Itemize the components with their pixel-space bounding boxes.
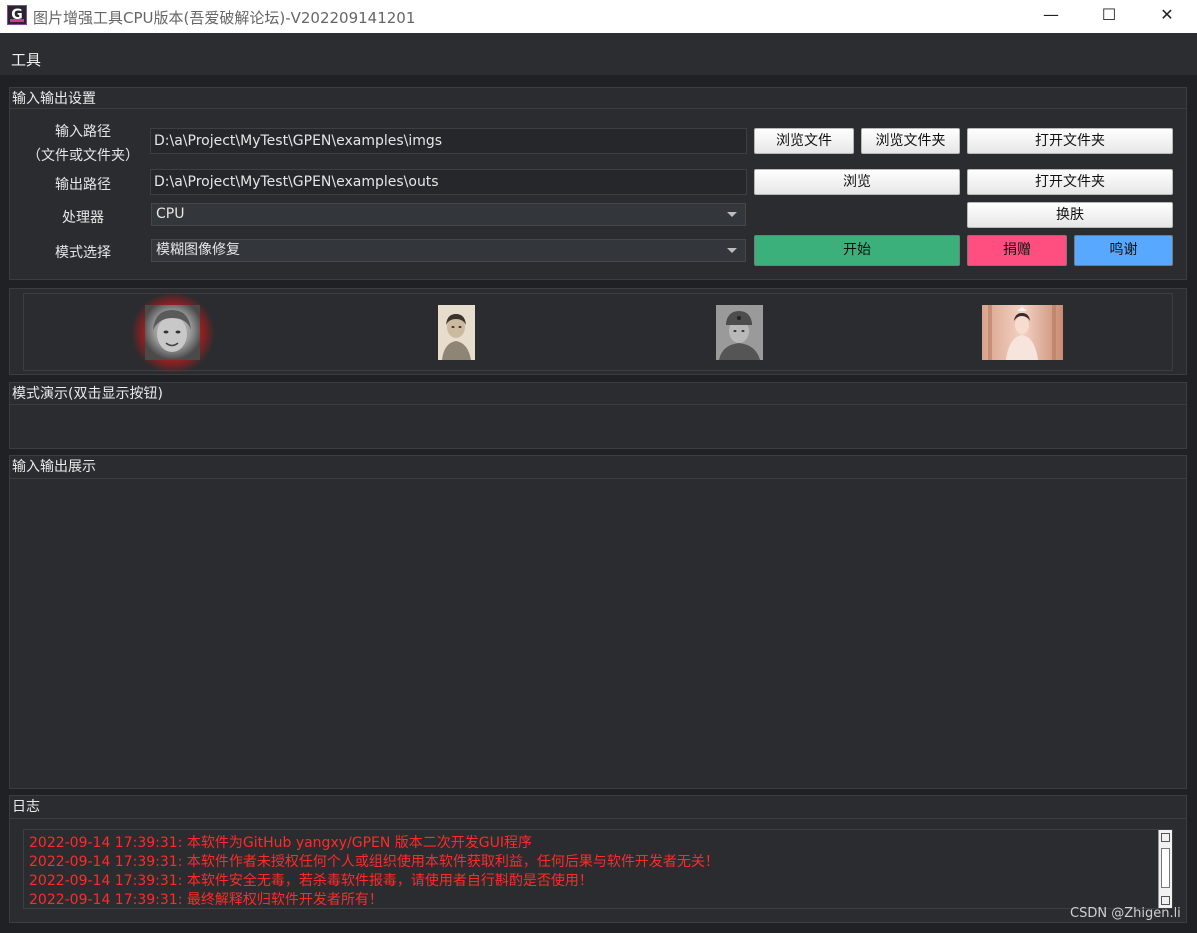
processor-select[interactable]: CPU [151, 203, 746, 226]
chevron-down-icon [727, 248, 737, 253]
browse-file-button[interactable]: 浏览文件 [754, 128, 854, 154]
mode-label: 模式选择 [55, 245, 111, 261]
title-bar: G 图片增强工具CPU版本(吾爱破解论坛)-V202209141201 — ☐ … [0, 0, 1197, 33]
thanks-button[interactable]: 鸣谢 [1074, 235, 1173, 266]
open-output-folder-button[interactable]: 打开文件夹 [967, 169, 1173, 195]
divider [10, 478, 1186, 479]
divider [10, 404, 1186, 405]
app-icon: G [7, 5, 27, 25]
io-display-group: 输入输出展示 [9, 455, 1187, 789]
menu-bar: 工具 [0, 33, 1197, 75]
scroll-down-icon[interactable] [1161, 896, 1170, 905]
log-line: 2022-09-14 17:39:31: 最终解释权归软件开发者所有！ [29, 892, 383, 908]
open-input-folder-button[interactable]: 打开文件夹 [967, 128, 1173, 154]
scroll-up-icon[interactable] [1161, 833, 1170, 842]
mode-value: 模糊图像修复 [156, 242, 240, 258]
donate-button[interactable]: 捐赠 [967, 235, 1067, 266]
chevron-down-icon [727, 212, 737, 217]
thumb-bride-color[interactable] [982, 305, 1063, 360]
start-button[interactable]: 开始 [754, 235, 960, 266]
minimize-button[interactable]: — [1022, 0, 1080, 32]
window-title: 图片增强工具CPU版本(吾爱破解论坛)-V202209141201 [33, 9, 416, 27]
io-display-title: 输入输出展示 [12, 459, 96, 475]
output-path-label: 输出路径 [55, 177, 111, 193]
divider [10, 818, 1186, 819]
maximize-button[interactable]: ☐ [1080, 0, 1138, 32]
close-button[interactable]: ✕ [1138, 0, 1196, 32]
browse-output-button[interactable]: 浏览 [754, 169, 960, 195]
log-line: 2022-09-14 17:39:31: 本软件为GitHub yangxy/G… [29, 835, 533, 851]
thumb-woman-old-photo[interactable] [438, 305, 475, 360]
mode-demo-group: 模式演示(双击显示按钮) [9, 382, 1187, 449]
log-line: 2022-09-14 17:39:31: 本软件安全无毒，若杀毒软件报毒，请使用… [29, 873, 593, 889]
watermark: CSDN @Zhigen.li [1070, 906, 1181, 921]
log-text-area[interactable]: 2022-09-14 17:39:31: 本软件为GitHub yangxy/G… [23, 829, 1173, 909]
divider [10, 108, 1186, 109]
thumb-soldier-bw[interactable] [716, 305, 763, 360]
processor-value: CPU [156, 206, 185, 222]
browse-folder-button[interactable]: 浏览文件夹 [861, 128, 960, 154]
mode-select[interactable]: 模糊图像修复 [151, 239, 746, 262]
log-scrollbar[interactable] [1158, 830, 1172, 908]
thumb-girl-bw[interactable] [131, 292, 215, 374]
skin-button[interactable]: 换肤 [967, 202, 1173, 228]
log-line: 2022-09-14 17:39:31: 本软件作者未授权任何个人或组织使用本软… [29, 854, 719, 870]
input-path-field[interactable]: D:\a\Project\MyTest\GPEN\examples\imgs [150, 128, 747, 154]
input-path-sublabel: （文件或文件夹） [27, 148, 139, 164]
input-path-label: 输入路径 [55, 124, 111, 140]
io-settings-title: 输入输出设置 [12, 91, 96, 107]
mode-demo-title: 模式演示(双击显示按钮) [12, 386, 163, 402]
log-title: 日志 [12, 799, 40, 815]
menu-tools[interactable]: 工具 [11, 49, 41, 70]
scroll-thumb[interactable] [1161, 848, 1170, 888]
output-path-field[interactable]: D:\a\Project\MyTest\GPEN\examples\outs [150, 169, 747, 195]
processor-label: 处理器 [62, 210, 104, 226]
